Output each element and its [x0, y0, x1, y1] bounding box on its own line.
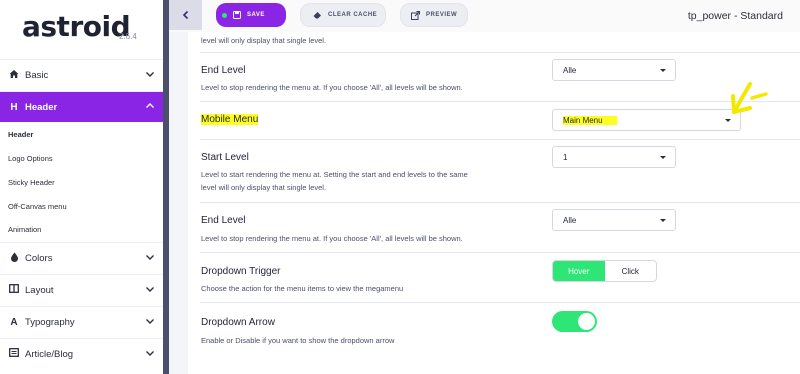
back-button[interactable]	[169, 0, 202, 30]
hover-option[interactable]: Hover	[553, 261, 605, 281]
preview-button[interactable]: PREVIEW	[400, 3, 468, 27]
mobile-menu-select[interactable]: Main Menu	[552, 109, 741, 131]
start-level-title: Start Level	[201, 152, 249, 163]
chevron-down-icon	[146, 319, 154, 324]
switch-knob	[578, 313, 595, 330]
divider	[200, 52, 800, 53]
save-label: SAVE	[247, 12, 265, 18]
layout-icon	[8, 284, 20, 296]
select-value: Alle	[563, 215, 577, 225]
sidebar-scrollbar[interactable]	[163, 0, 169, 374]
caret-down-icon	[660, 156, 666, 159]
save-button[interactable]: SAVE	[216, 3, 286, 27]
preview-label: PREVIEW	[426, 12, 458, 18]
dropdown-trigger-toggle-group: Hover Click	[552, 260, 657, 282]
divider	[200, 139, 800, 140]
chevron-down-icon	[146, 72, 154, 77]
annotation-arrow-icon	[731, 82, 768, 114]
dropdown-arrow-description: Enable or Disable if you want to show th…	[201, 336, 395, 345]
external-link-icon	[411, 10, 420, 20]
eraser-icon	[313, 11, 322, 19]
sidebar-item-label: Header	[25, 101, 58, 113]
sidebar-item-label: Colors	[25, 252, 53, 264]
end-level-title: End Level	[201, 65, 246, 76]
caret-down-icon	[725, 119, 731, 122]
sidebar-item-label: Typography	[25, 316, 75, 328]
home-icon	[8, 69, 20, 82]
select-value: 1	[563, 152, 568, 162]
sidebar-item-label: Article/Blog	[25, 348, 74, 360]
page-title: tp_power - Standard	[687, 10, 783, 22]
chevron-down-icon	[146, 351, 154, 356]
logo[interactable]: astroid 2.6.4	[22, 10, 137, 43]
sidebar: astroid 2.6.4 Basic H Header Header Logo…	[0, 0, 163, 374]
divider	[200, 252, 800, 253]
dropdown-arrow-title: Dropdown Arrow	[201, 317, 275, 328]
dropdown-arrow-switch[interactable]	[552, 311, 597, 332]
version-label: 2.6.4	[119, 32, 137, 41]
end-level-description: Level to stop rendering the menu at. If …	[201, 83, 463, 92]
chevron-left-icon	[182, 10, 188, 20]
sidebar-subitem-off-canvas-menu[interactable]: Off-Canvas menu	[8, 202, 67, 211]
click-option[interactable]: Click	[605, 261, 657, 281]
save-icon	[233, 11, 241, 19]
end-level-title: End Level	[201, 215, 246, 226]
sidebar-item-layout[interactable]: Layout	[0, 274, 163, 305]
document-icon	[8, 348, 20, 360]
field-description: level will only display that single leve…	[201, 36, 327, 45]
caret-down-icon	[660, 219, 666, 222]
drop-icon	[8, 252, 20, 265]
sidebar-item-basic[interactable]: Basic	[0, 59, 163, 90]
logo-text: astroid	[22, 10, 131, 43]
sidebar-item-label: Layout	[25, 284, 54, 296]
clear-cache-button[interactable]: CLEAR CACHE	[300, 3, 386, 27]
sidebar-item-header[interactable]: H Header	[0, 91, 163, 122]
sidebar-subitem-animation[interactable]: Animation	[8, 225, 41, 234]
divider	[200, 202, 800, 203]
sidebar-item-typography[interactable]: A Typography	[0, 306, 163, 337]
sidebar-item-colors[interactable]: Colors	[0, 242, 163, 273]
end-level-select[interactable]: Alle	[552, 59, 676, 81]
status-dot	[222, 12, 227, 18]
clear-cache-label: CLEAR CACHE	[328, 12, 378, 18]
sidebar-subitem-sticky-header[interactable]: Sticky Header	[8, 178, 55, 187]
caret-down-icon	[660, 69, 666, 72]
sidebar-subitem-logo-options[interactable]: Logo Options	[8, 154, 53, 163]
chevron-up-icon	[146, 103, 154, 108]
divider	[200, 302, 800, 303]
select-value: Alle	[563, 65, 577, 75]
a-icon: A	[10, 316, 18, 328]
start-level-description: Level to start rendering the menu at. Se…	[201, 170, 468, 179]
start-level-select[interactable]: 1	[552, 146, 676, 168]
dropdown-trigger-title: Dropdown Trigger	[201, 266, 281, 277]
h-icon: H	[10, 101, 18, 113]
sidebar-item-article-blog[interactable]: Article/Blog	[0, 338, 163, 369]
sidebar-subitem-header[interactable]: Header	[8, 130, 33, 139]
select-value: Main Menu	[563, 115, 617, 125]
divider	[200, 101, 800, 102]
chevron-down-icon	[146, 287, 154, 292]
start-level-description-2: level will only display that single leve…	[201, 183, 327, 192]
mobile-menu-title: Mobile Menu	[201, 114, 259, 125]
end-level-description: Level to stop rendering the menu at. If …	[201, 234, 463, 243]
sidebar-item-label: Basic	[25, 69, 49, 81]
end-level-select[interactable]: Alle	[552, 209, 676, 231]
dropdown-trigger-description: Choose the action for the menu items to …	[201, 284, 404, 293]
top-toolbar: SAVE CLEAR CACHE PREVIEW tp_power - Stan…	[169, 0, 800, 32]
chevron-down-icon	[146, 255, 154, 260]
